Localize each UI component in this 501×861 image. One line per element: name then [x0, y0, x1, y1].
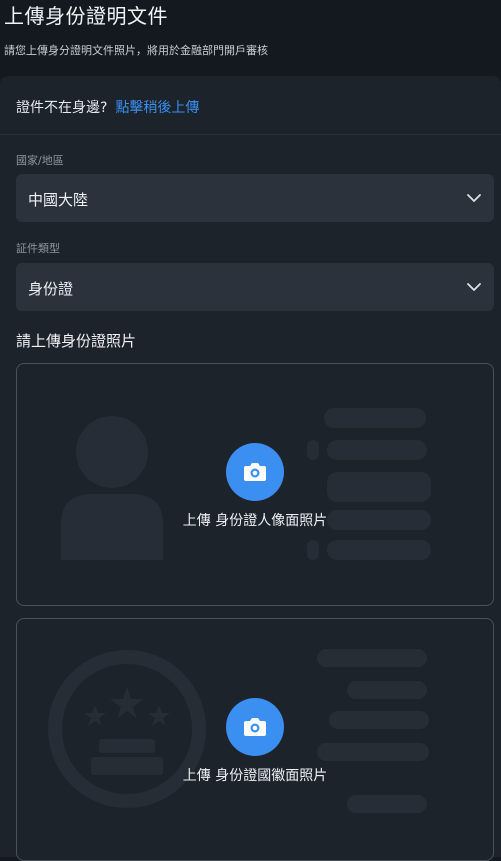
doc-type-label: 証件類型: [16, 242, 60, 255]
upload-back-label: 上傳 身份證國徽面照片: [182, 768, 328, 784]
upload-form-panel: 證件不在身邊? 點擊稍後上傳 國家/地區 中國大陸 証件類型 身份證 請上傳身份證…: [0, 76, 501, 861]
upload-front-label: 上傳 身份證人像面照片: [182, 513, 328, 529]
page-header: 上傳身份證明文件 請您上傳身分證明文件照片，將用於金融部門開戶審核: [0, 0, 501, 76]
upload-back-button[interactable]: [226, 698, 284, 756]
id-front-upload-card[interactable]: 上傳 身份證人像面照片: [16, 363, 494, 606]
page-title: 上傳身份證明文件: [4, 4, 168, 28]
chevron-down-icon: [467, 194, 481, 202]
doc-type-select[interactable]: 身份證: [16, 263, 494, 311]
doc-type-value: 身份證: [28, 280, 74, 298]
country-select[interactable]: 中國大陸: [16, 174, 494, 222]
divider: [0, 134, 501, 135]
upload-later-link[interactable]: 點擊稍後上傳: [115, 100, 199, 116]
id-back-upload-card[interactable]: 上傳 身份證國徽面照片: [16, 618, 494, 861]
camera-icon: [244, 463, 266, 481]
country-value: 中國大陸: [28, 191, 89, 209]
page-subtitle: 請您上傳身分證明文件照片，將用於金融部門開戶審核: [4, 44, 268, 57]
upload-later-row: 證件不在身邊? 點擊稍後上傳: [16, 97, 199, 117]
camera-icon: [244, 718, 266, 736]
upload-later-question: 證件不在身邊?: [16, 100, 108, 116]
upload-section-title: 請上傳身份證照片: [16, 332, 137, 350]
country-label: 國家/地區: [16, 154, 64, 167]
upload-front-button[interactable]: [226, 443, 284, 501]
chevron-down-icon: [467, 283, 481, 291]
